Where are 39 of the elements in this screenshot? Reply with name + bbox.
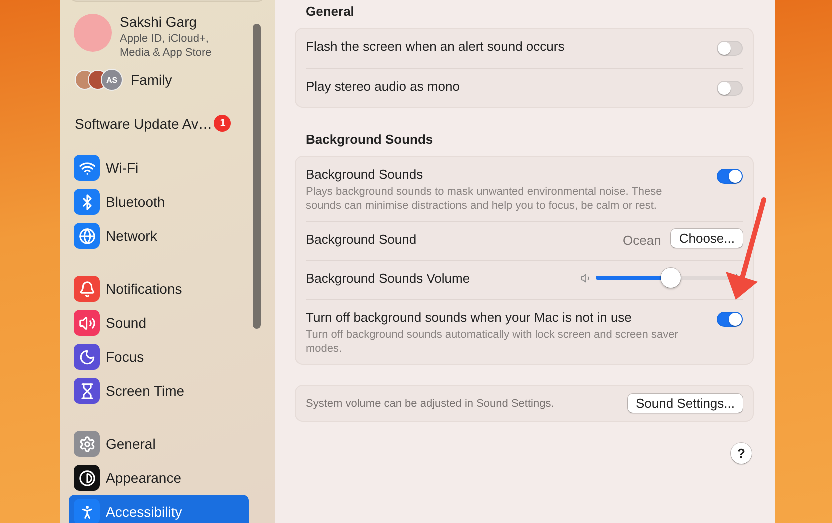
- setting-description: Plays background sounds to mask unwanted environmental noise. These sounds can minimise distractions and help you to focus, be calm or rest.: [306, 185, 664, 213]
- toggle-switch[interactable]: [717, 41, 743, 56]
- setting-label: Flash the screen when an alert sound occurs: [306, 39, 566, 54]
- sidebar-item[interactable]: Network: [69, 219, 249, 253]
- section-title: General: [306, 4, 356, 19]
- avatar[interactable]: [74, 14, 112, 52]
- scrollbar[interactable]: [253, 24, 261, 329]
- setting-label: Background Sounds Volume: [306, 271, 472, 286]
- family-avatar: AS: [101, 69, 123, 91]
- setting-label: Background Sounds: [306, 167, 424, 182]
- family-label[interactable]: Family: [131, 72, 172, 88]
- sidebar-item[interactable]: Focus: [69, 340, 249, 374]
- account-subtitle: Apple ID, iCloud+, Media & App Store: [120, 32, 212, 60]
- speaker-icon: [581, 273, 592, 284]
- software-update-label[interactable]: Software Update Av…: [75, 116, 212, 132]
- choose-button[interactable]: Choose...: [671, 229, 743, 248]
- sidebar-item[interactable]: Wi-Fi: [69, 151, 249, 185]
- sound-settings-button[interactable]: Sound Settings...: [628, 394, 743, 413]
- sidebar-item[interactable]: Notifications: [69, 272, 249, 306]
- toggle-switch[interactable]: [717, 312, 743, 327]
- account-name[interactable]: Sakshi Garg: [120, 14, 212, 30]
- setting-label: Turn off background sounds when your Mac is not in use: [306, 310, 633, 325]
- setting-label: Play stereo audio as mono: [306, 79, 461, 94]
- sidebar-item[interactable]: Accessibility: [69, 495, 249, 523]
- sidebar-item[interactable]: Bluetooth: [69, 185, 249, 219]
- notification-badge: 1: [214, 115, 232, 132]
- section-title: Background Sounds: [306, 132, 434, 147]
- footer-text: System volume can be adjusted in Sound Settings.: [306, 398, 554, 410]
- setting-value: Ocean: [623, 233, 662, 248]
- setting-label: Background Sound: [306, 232, 418, 247]
- sidebar-item[interactable]: General: [69, 427, 249, 461]
- setting-description: Turn off background sounds automatically with lock screen and screen saver modes.: [306, 328, 680, 356]
- toggle-switch[interactable]: [717, 169, 743, 184]
- slider-thumb[interactable]: [661, 268, 682, 288]
- sidebar-item[interactable]: Screen Time: [69, 374, 249, 408]
- help-button[interactable]: ?: [731, 443, 752, 464]
- sidebar-item[interactable]: Sound: [69, 306, 249, 340]
- toggle-switch[interactable]: [717, 81, 743, 96]
- sidebar-item[interactable]: Appearance: [69, 461, 249, 495]
